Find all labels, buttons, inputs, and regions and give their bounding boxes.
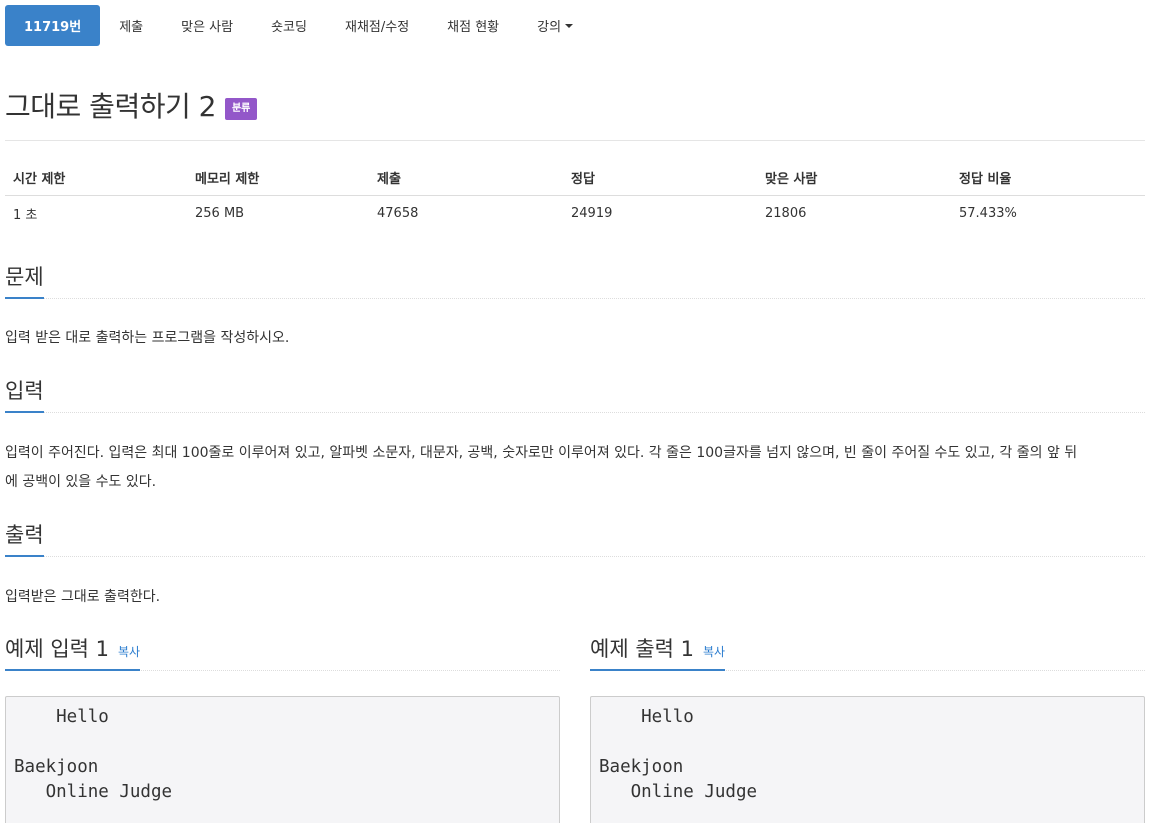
sample-input-title: 예제 입력 1 <box>5 637 109 661</box>
copy-sample-output-button[interactable]: 복사 <box>703 643 725 660</box>
sample-output-section: 예제 출력 1 복사 Hello Baekjoon Online Judge <box>590 633 1145 823</box>
value-ratio: 57.433% <box>959 205 1017 221</box>
tab-status[interactable]: 채점 현황 <box>428 5 518 46</box>
description-heading-bar: 문제 <box>5 261 1145 299</box>
header-memory-limit: 메모리 제한 <box>187 160 369 196</box>
input-text-line-1: 입력이 주어진다. 입력은 최대 100줄로 이루어져 있고, 알파벳 소문자,… <box>5 445 1078 461</box>
header-time-limit: 시간 제한 <box>5 160 187 196</box>
title-divider <box>5 140 1145 141</box>
value-accepted: 24919 <box>571 205 613 221</box>
tab-problem-number[interactable]: 11719번 <box>5 5 101 46</box>
value-time-limit: 1 초 <box>13 207 38 223</box>
tab-lectures-label: 강의 <box>537 20 562 35</box>
description-section: 문제 입력 받은 대로 출력하는 프로그램을 작성하시오. <box>5 261 1145 353</box>
input-heading-bar: 입력 <box>5 375 1145 413</box>
category-badge[interactable]: 분류 <box>224 97 258 120</box>
tab-short-coding[interactable]: 숏코딩 <box>252 5 326 46</box>
tab-lectures-dropdown[interactable]: 강의 <box>518 5 592 46</box>
header-accepted: 정답 <box>563 160 757 196</box>
header-solvers: 맞은 사람 <box>757 160 951 196</box>
sample-output-heading-bar: 예제 출력 1 복사 <box>590 633 1145 671</box>
sample-output-box[interactable]: Hello Baekjoon Online Judge <box>590 696 1145 823</box>
sample-input-heading: 예제 입력 1 복사 <box>5 633 141 671</box>
header-submissions: 제출 <box>369 160 563 196</box>
description-text: 입력 받은 대로 출력하는 프로그램을 작성하시오. <box>5 330 290 346</box>
table-row: 1 초 256 MB 47658 24919 21806 57.433% <box>5 195 1145 231</box>
sample-output-title: 예제 출력 1 <box>590 637 694 661</box>
value-solvers: 21806 <box>765 205 807 221</box>
sample-input-box[interactable]: Hello Baekjoon Online Judge <box>5 696 560 823</box>
tab-rejudge[interactable]: 재채점/수정 <box>326 5 428 46</box>
problem-title-row: 그대로 출력하기 2 분류 <box>5 85 258 125</box>
input-heading: 입력 <box>5 375 44 413</box>
sample-input-section: 예제 입력 1 복사 Hello Baekjoon Online Judge <box>5 633 560 823</box>
value-memory-limit: 256 MB <box>195 205 245 221</box>
output-section: 출력 입력받은 그대로 출력한다. <box>5 519 1145 612</box>
sample-output-heading: 예제 출력 1 복사 <box>590 633 726 671</box>
output-text: 입력받은 그대로 출력한다. <box>5 589 161 605</box>
problem-nav-tabs: 11719번 제출 맞은 사람 숏코딩 재채점/수정 채점 현황 강의 <box>5 5 592 46</box>
output-heading-bar: 출력 <box>5 519 1145 557</box>
sample-input-heading-bar: 예제 입력 1 복사 <box>5 633 560 671</box>
input-text-line-2: 에 공백이 있을 수도 있다. <box>5 474 157 490</box>
problem-info-table: 시간 제한 메모리 제한 제출 정답 맞은 사람 정답 비율 1 초 256 M… <box>5 160 1145 231</box>
problem-page: 11719번 제출 맞은 사람 숏코딩 재채점/수정 채점 현황 강의 그대로 … <box>0 0 1154 823</box>
value-submissions: 47658 <box>377 205 419 221</box>
input-section: 입력 입력이 주어진다. 입력은 최대 100줄로 이루어져 있고, 알파벳 소… <box>5 375 1145 497</box>
chevron-down-icon <box>565 23 574 28</box>
copy-sample-input-button[interactable]: 복사 <box>118 643 140 660</box>
page-title: 그대로 출력하기 2 <box>5 90 216 123</box>
output-heading: 출력 <box>5 519 44 557</box>
description-heading: 문제 <box>5 261 44 299</box>
tab-solvers[interactable]: 맞은 사람 <box>162 5 252 46</box>
table-header-row: 시간 제한 메모리 제한 제출 정답 맞은 사람 정답 비율 <box>5 160 1145 196</box>
tab-submit[interactable]: 제출 <box>100 5 162 46</box>
header-ratio: 정답 비율 <box>951 160 1145 196</box>
